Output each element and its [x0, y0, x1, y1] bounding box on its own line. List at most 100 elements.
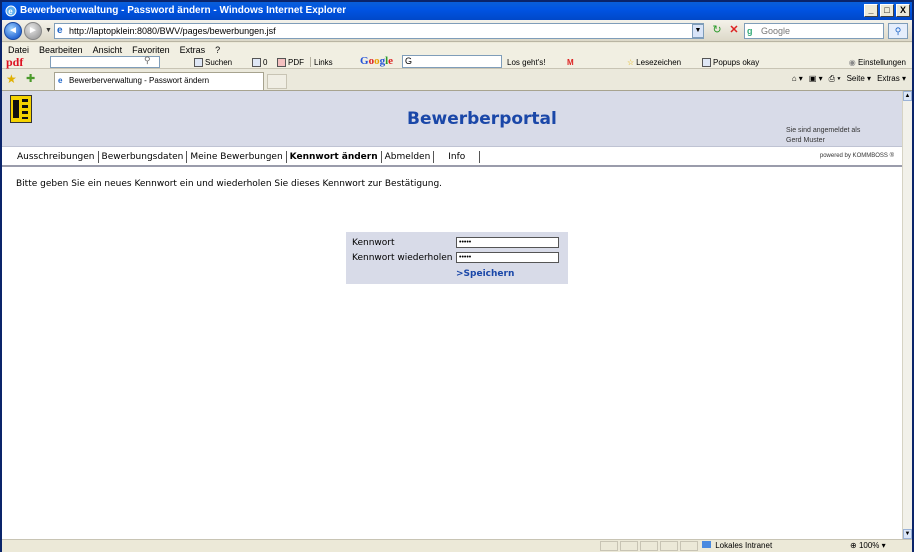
favorites-star-icon[interactable]: ★	[6, 72, 17, 86]
url-text: http://laptopklein:8080/BWV/pages/bewerb…	[69, 26, 276, 36]
menu-help[interactable]: ?	[215, 45, 220, 55]
nav-info[interactable]: Info	[434, 151, 481, 163]
counter-label: 0	[263, 58, 268, 67]
status-bar: Lokales Intranet ⊕ 100% ▾	[2, 539, 912, 552]
tab-active[interactable]: e Bewerberverwaltung - Passwort ändern	[54, 72, 264, 90]
page-counter-icon	[252, 58, 261, 67]
password-repeat-field[interactable]: •••••	[456, 252, 559, 263]
menu-ansicht[interactable]: Ansicht	[93, 45, 123, 55]
settings-icon: ◉	[848, 58, 856, 67]
zoom-icon: ⊕	[850, 541, 857, 550]
portal-nav: Ausschreibungen Bewerbungsdaten Meine Be…	[2, 148, 902, 167]
google-box-label: G	[405, 56, 413, 66]
command-bar: ⌂ ▾ ▣ ▾ ⎙ ▾ Seite ▾ Extras ▾	[792, 74, 906, 84]
status-cell	[660, 541, 678, 551]
toolbar-divider	[310, 57, 311, 67]
extras-button[interactable]: Extras ▾	[877, 74, 906, 84]
forward-button[interactable]: ►	[24, 22, 42, 40]
instruction-text: Bitte geben Sie ein neues Kennwort ein u…	[16, 179, 443, 189]
zoom-label: 100%	[858, 541, 880, 550]
new-tab-button[interactable]	[267, 74, 287, 89]
einstellungen-button[interactable]: ◉ Einstellungen	[849, 58, 906, 67]
pdf-button-label: PDF	[288, 58, 304, 67]
page-viewport: Bewerberportal Sie sind angemeldet als G…	[2, 91, 902, 539]
window-title: Bewerberverwaltung - Password ändern - W…	[20, 5, 347, 16]
google-toolbar-logo[interactable]: Google	[360, 55, 393, 67]
nav-bewerbungsdaten[interactable]: Bewerbungsdaten	[99, 151, 188, 163]
google-toolbar-input[interactable]: G	[402, 55, 502, 68]
scroll-up-icon[interactable]: ▲	[903, 91, 912, 101]
menu-toolbar: Datei Bearbeiten Ansicht Favoriten Extra…	[2, 43, 912, 69]
seite-button[interactable]: Seite ▾	[847, 74, 871, 84]
pdf-button[interactable]: PDF	[277, 58, 304, 67]
add-favorite-icon[interactable]: ✚	[26, 72, 35, 85]
address-bar: ◄ ► ▼ e http://laptopklein:8080/BWV/page…	[2, 20, 912, 42]
home-icon[interactable]: ⌂ ▾	[792, 74, 803, 84]
page-icon: e	[57, 25, 63, 36]
popups-label: Popups okay	[713, 58, 760, 67]
links-label: Links	[314, 58, 333, 67]
powered-by: powered by KOMMBOSS ®	[819, 153, 894, 159]
suchen-button[interactable]: Suchen	[194, 58, 232, 67]
close-button[interactable]: X	[896, 4, 910, 17]
counter-button[interactable]: 0	[252, 58, 267, 67]
browser-window: e Bewerberverwaltung - Password ändern -…	[0, 0, 914, 552]
gmail-icon[interactable]: M	[567, 58, 574, 67]
refresh-icon[interactable]: ↻	[710, 24, 724, 38]
title-bar[interactable]: e Bewerberverwaltung - Password ändern -…	[2, 2, 912, 20]
minimize-button[interactable]: _	[864, 4, 878, 17]
search-icon[interactable]: ⚲	[888, 23, 908, 39]
stop-icon[interactable]: ✕	[727, 24, 741, 38]
star-icon: ☆	[627, 58, 635, 67]
password-field[interactable]: •••••	[456, 237, 559, 248]
tab-page-icon: e	[58, 76, 63, 85]
security-zone[interactable]: Lokales Intranet	[702, 541, 772, 550]
zoom-control[interactable]: ⊕ 100% ▾	[850, 541, 886, 550]
status-cells	[600, 541, 698, 551]
nav-ausschreibungen[interactable]: Ausschreibungen	[14, 151, 99, 163]
zone-label: Lokales Intranet	[715, 541, 773, 550]
menu-datei[interactable]: Datei	[8, 45, 29, 55]
ie-logo-icon: e	[5, 5, 17, 17]
search-input[interactable]: g Google	[744, 23, 884, 39]
nav-kennwort-aendern[interactable]: Kennwort ändern	[287, 151, 382, 163]
history-dropdown-icon[interactable]: ▼	[45, 27, 52, 34]
password-form: Kennwort ••••• Kennwort wiederholen ••••…	[346, 232, 568, 284]
go-icon	[194, 58, 203, 67]
maximize-button[interactable]: □	[880, 4, 894, 17]
password-repeat-label: Kennwort wiederholen	[352, 253, 453, 263]
feeds-icon[interactable]: ▣ ▾	[809, 74, 823, 84]
intranet-icon	[702, 541, 711, 548]
nav-meine-bewerbungen[interactable]: Meine Bewerbungen	[187, 151, 287, 163]
tab-label: Bewerberverwaltung - Passwort ändern	[69, 76, 210, 85]
nav-abmelden[interactable]: Abmelden	[382, 151, 435, 163]
password-label: Kennwort	[352, 238, 395, 248]
page-title: Bewerberportal	[407, 109, 557, 129]
save-link[interactable]: >Speichern	[456, 269, 514, 279]
login-info: Sie sind angemeldet als Gerd Muster	[786, 126, 860, 146]
svg-text:e: e	[8, 7, 13, 16]
url-input[interactable]: e http://laptopklein:8080/BWV/pages/bewe…	[54, 23, 704, 39]
google-icon: g	[747, 26, 753, 36]
search-placeholder: Google	[761, 26, 791, 36]
back-button[interactable]: ◄	[4, 22, 22, 40]
menu-favoriten[interactable]: Favoriten	[132, 45, 170, 55]
losgehts-label: Los geht's!	[507, 58, 546, 67]
losgehts-button[interactable]: Los geht's!	[507, 58, 545, 67]
menu-extras[interactable]: Extras	[180, 45, 206, 55]
status-cell	[600, 541, 618, 551]
pdf-search-icon[interactable]: ⚲	[144, 55, 151, 66]
links-button[interactable]: Links	[314, 58, 333, 67]
url-dropdown-icon[interactable]: ▼	[692, 24, 704, 38]
pdf-toolbar-logo[interactable]: pdf	[6, 55, 23, 70]
tab-bar: ★ ✚ e Bewerberverwaltung - Passwort ände…	[2, 69, 912, 91]
lesezeichen-button[interactable]: ☆ Lesezeichen	[627, 58, 681, 67]
menu-bearbeiten[interactable]: Bearbeiten	[39, 45, 83, 55]
status-cell	[640, 541, 658, 551]
extras-label: Extras	[877, 74, 900, 83]
popups-button[interactable]: Popups okay	[702, 58, 759, 67]
print-icon[interactable]: ⎙ ▾	[829, 74, 841, 84]
status-cell	[680, 541, 698, 551]
scroll-down-icon[interactable]: ▼	[903, 529, 912, 539]
vertical-scrollbar[interactable]: ▲ ▼	[902, 91, 912, 539]
